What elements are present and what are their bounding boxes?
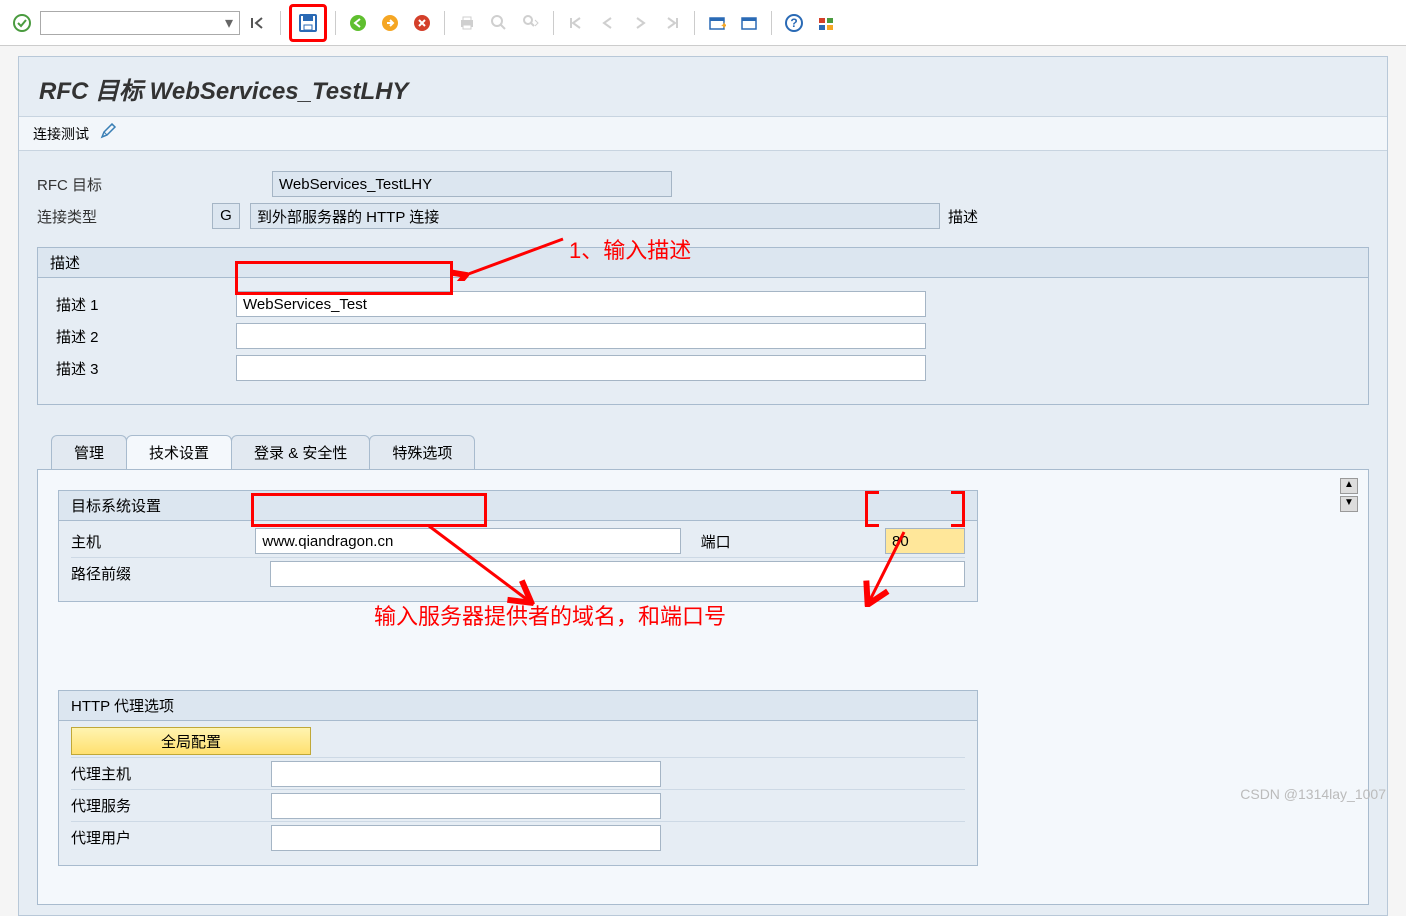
cancel-icon[interactable] <box>408 9 436 37</box>
new-session-icon[interactable]: ✦ <box>703 9 731 37</box>
scroll-down-button[interactable]: ▼ <box>1340 496 1358 512</box>
toolbar-separator <box>444 11 445 35</box>
connection-type-code[interactable]: G <box>212 203 240 229</box>
tab-login[interactable]: 登录 & 安全性 <box>231 435 370 469</box>
tab-special[interactable]: 特殊选项 <box>369 435 475 469</box>
main-toolbar: ✦ ? <box>0 0 1406 46</box>
enter-icon[interactable] <box>244 9 272 37</box>
command-combo[interactable] <box>40 11 240 35</box>
prev-page-icon[interactable] <box>594 9 622 37</box>
rfc-target-field[interactable] <box>272 171 672 197</box>
host-input[interactable] <box>255 528 680 554</box>
svg-text:?: ? <box>790 16 797 30</box>
find-next-icon[interactable] <box>517 9 545 37</box>
toolbar-separator <box>553 11 554 35</box>
description-group: 描述 描述 1 描述 2 描述 3 <box>37 247 1369 405</box>
proxy-user-row: 代理用户 <box>71 821 965 853</box>
scroll-controls: ▲ ▼ <box>1340 478 1360 512</box>
svg-text:✦: ✦ <box>720 21 726 31</box>
toolbar-separator <box>771 11 772 35</box>
host-label: 主机 <box>71 531 255 552</box>
proxy-section: HTTP 代理选项 全局配置 代理主机 代理服务 <box>58 690 978 866</box>
description-group-title: 描述 <box>38 248 1368 278</box>
toolbar-separator <box>694 11 695 35</box>
rfc-target-label: RFC 目标 <box>37 174 272 195</box>
print-icon[interactable] <box>453 9 481 37</box>
layout-icon[interactable] <box>735 9 763 37</box>
desc3-label: 描述 3 <box>56 358 236 379</box>
desc-row-2: 描述 2 <box>56 320 1350 352</box>
proxy-host-label: 代理主机 <box>71 763 271 784</box>
desc-row-3: 描述 3 <box>56 352 1350 384</box>
toolbar-separator <box>335 11 336 35</box>
ok-icon[interactable] <box>8 9 36 37</box>
proxy-host-row: 代理主机 <box>71 757 965 789</box>
target-system-title: 目标系统设置 <box>59 491 977 521</box>
desc1-label: 描述 1 <box>56 294 236 315</box>
watermark: CSDN @1314lay_1007 <box>1240 786 1386 802</box>
exit-icon[interactable] <box>376 9 404 37</box>
description-trail-label: 描述 <box>948 206 978 227</box>
page-container: RFC 目标 WebServices_TestLHY 连接测试 RFC 目标 连… <box>18 56 1388 916</box>
connection-type-desc <box>250 203 940 229</box>
tabs-container: 管理 技术设置 登录 & 安全性 特殊选项 ▲ ▼ 目标系统设置 主机 <box>37 435 1369 905</box>
save-button[interactable] <box>294 9 322 37</box>
desc2-label: 描述 2 <box>56 326 236 347</box>
scroll-up-button[interactable]: ▲ <box>1340 478 1358 494</box>
proxy-user-input[interactable] <box>271 825 661 851</box>
desc1-input[interactable] <box>236 291 926 317</box>
rfc-target-row: RFC 目标 <box>37 169 1369 199</box>
back-icon[interactable] <box>344 9 372 37</box>
proxy-host-input[interactable] <box>271 761 661 787</box>
desc-row-1: 描述 1 <box>56 288 1350 320</box>
last-page-icon[interactable] <box>658 9 686 37</box>
global-config-button[interactable]: 全局配置 <box>71 727 311 755</box>
tab-admin[interactable]: 管理 <box>51 435 127 469</box>
connection-test-button[interactable]: 连接测试 <box>33 124 89 144</box>
connection-type-row: 连接类型 G 描述 <box>37 201 1369 231</box>
first-page-icon[interactable] <box>562 9 590 37</box>
tab-strip: 管理 技术设置 登录 & 安全性 特殊选项 <box>37 435 1369 469</box>
content-area: RFC 目标 连接类型 G 描述 描述 描述 1 描述 2 描述 <box>19 151 1387 915</box>
save-highlight-box <box>289 4 327 42</box>
global-config-row: 全局配置 <box>71 725 965 757</box>
port-input[interactable] <box>885 528 965 554</box>
tab-panel-tech: ▲ ▼ 目标系统设置 主机 端口 路径前缀 <box>37 469 1369 905</box>
help-icon[interactable]: ? <box>780 9 808 37</box>
proxy-user-label: 代理用户 <box>71 827 271 848</box>
port-label: 端口 <box>701 531 885 552</box>
find-icon[interactable] <box>485 9 513 37</box>
customize-icon[interactable] <box>812 9 840 37</box>
desc2-input[interactable] <box>236 323 926 349</box>
next-page-icon[interactable] <box>626 9 654 37</box>
page-header: RFC 目标 WebServices_TestLHY <box>19 57 1387 117</box>
proxy-service-row: 代理服务 <box>71 789 965 821</box>
tab-tech[interactable]: 技术设置 <box>126 435 232 469</box>
proxy-section-title: HTTP 代理选项 <box>59 691 977 721</box>
path-prefix-label: 路径前缀 <box>71 563 270 584</box>
host-row: 主机 端口 <box>71 525 965 557</box>
connection-type-label: 连接类型 <box>37 206 212 227</box>
page-title: RFC 目标 WebServices_TestLHY <box>39 71 1367 106</box>
sub-toolbar: 连接测试 <box>19 117 1387 151</box>
target-system-section: 目标系统设置 主机 端口 路径前缀 <box>58 490 978 602</box>
path-prefix-input[interactable] <box>270 561 965 587</box>
proxy-service-label: 代理服务 <box>71 795 271 816</box>
proxy-service-input[interactable] <box>271 793 661 819</box>
path-row: 路径前缀 <box>71 557 965 589</box>
edit-pencil-icon[interactable] <box>99 123 119 144</box>
toolbar-separator <box>280 11 281 35</box>
desc3-input[interactable] <box>236 355 926 381</box>
